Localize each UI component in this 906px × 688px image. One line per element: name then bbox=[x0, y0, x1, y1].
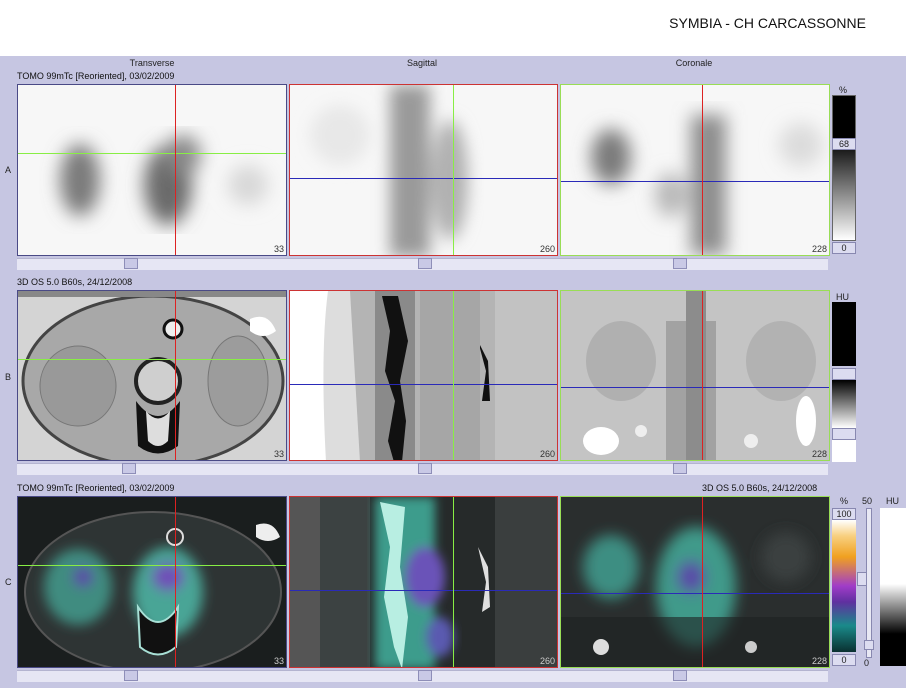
slice-number: 228 bbox=[811, 656, 827, 666]
viewport-a-transverse[interactable]: 33 bbox=[17, 84, 287, 256]
ct-transverse-image bbox=[18, 291, 286, 460]
crosshair-horizontal bbox=[561, 181, 829, 182]
crosshair-vertical bbox=[175, 85, 176, 255]
scale-a-min[interactable]: 0 bbox=[832, 242, 856, 254]
ct-fusion-colorbar-black bbox=[880, 634, 906, 666]
viewport-b-transverse[interactable]: 33 bbox=[17, 290, 287, 461]
crosshair-vertical bbox=[453, 291, 454, 460]
crosshair-horizontal bbox=[18, 565, 286, 566]
ct-sagittal-image bbox=[290, 291, 557, 460]
scale-c-max[interactable]: 100 bbox=[832, 508, 856, 520]
grayscale-colorbar-a bbox=[832, 95, 856, 241]
column-label-sagittal: Sagittal bbox=[406, 58, 438, 68]
slice-number: 228 bbox=[811, 449, 827, 459]
crosshair-vertical bbox=[702, 85, 703, 255]
scroll-thumb-a-transverse[interactable] bbox=[124, 258, 138, 269]
slice-number: 33 bbox=[273, 449, 284, 459]
ct-window-lower-handle[interactable] bbox=[832, 428, 856, 440]
viewport-c-coronal[interactable]: 228 bbox=[560, 496, 830, 668]
row-label-a: A bbox=[5, 165, 12, 175]
column-label-transverse: Transverse bbox=[129, 58, 175, 68]
scroll-thumb-c-coronal[interactable] bbox=[673, 670, 687, 681]
fusion-coronal-image bbox=[561, 527, 829, 667]
slice-number: 260 bbox=[539, 656, 555, 666]
ct-colorbar-gradient bbox=[832, 380, 856, 428]
title-bar: SYMBIA - CH CARCASSONNE bbox=[0, 0, 906, 56]
crosshair-horizontal bbox=[290, 590, 557, 591]
ct-fusion-colorbar-white bbox=[880, 508, 906, 584]
viewport-a-sagittal[interactable]: 260 bbox=[289, 84, 558, 256]
viewport-b-sagittal[interactable]: 260 bbox=[289, 290, 558, 461]
series-info-a: TOMO 99mTc [Reoriented], 03/02/2009 bbox=[17, 71, 175, 81]
ct-colorbar-black bbox=[832, 302, 856, 366]
scroll-thumb-c-sagittal[interactable] bbox=[418, 670, 432, 681]
ct-coronal-image bbox=[583, 291, 816, 460]
scale-c-min[interactable]: 0 bbox=[832, 654, 856, 666]
row-label-b: B bbox=[5, 372, 12, 382]
slice-number: 260 bbox=[539, 244, 555, 254]
crosshair-horizontal bbox=[561, 593, 829, 594]
nm-transverse-image bbox=[60, 135, 268, 225]
ct-window-upper-handle[interactable] bbox=[832, 368, 856, 380]
series-info-b: 3D OS 5.0 B60s, 24/12/2008 bbox=[17, 277, 133, 287]
scroll-thumb-a-coronal[interactable] bbox=[673, 258, 687, 269]
crosshair-vertical bbox=[175, 291, 176, 460]
scroll-thumb-b-sagittal[interactable] bbox=[418, 463, 432, 474]
fusion-transverse-image bbox=[24, 511, 282, 667]
slice-number: 228 bbox=[811, 244, 827, 254]
viewport-b-coronal[interactable]: 228 bbox=[560, 290, 830, 461]
viewport-c-transverse[interactable]: 33 bbox=[17, 496, 287, 668]
viewport-c-sagittal[interactable]: 260 bbox=[289, 496, 558, 668]
fusion-blend-slider-thumb[interactable] bbox=[864, 640, 874, 650]
crosshair-horizontal bbox=[561, 387, 829, 388]
scroll-thumb-b-coronal[interactable] bbox=[673, 463, 687, 474]
scroll-thumb-b-transverse[interactable] bbox=[122, 463, 136, 474]
crosshair-horizontal bbox=[18, 359, 286, 360]
row-label-c: C bbox=[5, 577, 12, 587]
ct-fusion-colorbar-gradient bbox=[880, 584, 906, 634]
ct-colorbar-white bbox=[832, 440, 856, 462]
fusion-sagittal-image bbox=[290, 497, 557, 667]
scale-c-level: 50 bbox=[862, 496, 873, 506]
scroll-thumb-a-sagittal[interactable] bbox=[418, 258, 432, 269]
series-info-c-nm: TOMO 99mTc [Reoriented], 03/02/2009 bbox=[17, 483, 175, 493]
crosshair-vertical bbox=[702, 497, 703, 667]
nm-sagittal-image bbox=[310, 85, 468, 255]
fusion-blend-slider-track[interactable] bbox=[866, 508, 872, 658]
column-label-coronal: Coronale bbox=[675, 58, 713, 68]
series-info-c-ct: 3D OS 5.0 B60s, 24/12/2008 bbox=[702, 483, 818, 493]
crosshair-vertical bbox=[175, 497, 176, 667]
crosshair-vertical bbox=[453, 497, 454, 667]
nm-coronal-image bbox=[591, 115, 823, 255]
scale-c-unit-hu: HU bbox=[886, 496, 899, 506]
slice-number: 33 bbox=[273, 656, 284, 666]
scale-c-min-level: 0 bbox=[864, 658, 870, 668]
crosshair-vertical bbox=[453, 85, 454, 255]
viewport-a-coronal[interactable]: 228 bbox=[560, 84, 830, 256]
fusion-colorbar bbox=[832, 520, 856, 652]
crosshair-vertical bbox=[702, 291, 703, 460]
scale-b-unit: HU bbox=[836, 292, 849, 302]
app-title: SYMBIA - CH CARCASSONNE bbox=[669, 15, 866, 31]
scale-a-unit: % bbox=[839, 85, 848, 95]
scale-c-unit-pct: % bbox=[840, 496, 849, 506]
scroll-thumb-c-transverse[interactable] bbox=[124, 670, 138, 681]
scale-a-window[interactable]: 68 bbox=[832, 138, 856, 150]
crosshair-horizontal bbox=[290, 178, 557, 179]
slice-number: 260 bbox=[539, 449, 555, 459]
slice-number: 33 bbox=[273, 244, 284, 254]
crosshair-horizontal bbox=[290, 384, 557, 385]
crosshair-horizontal bbox=[18, 153, 286, 154]
